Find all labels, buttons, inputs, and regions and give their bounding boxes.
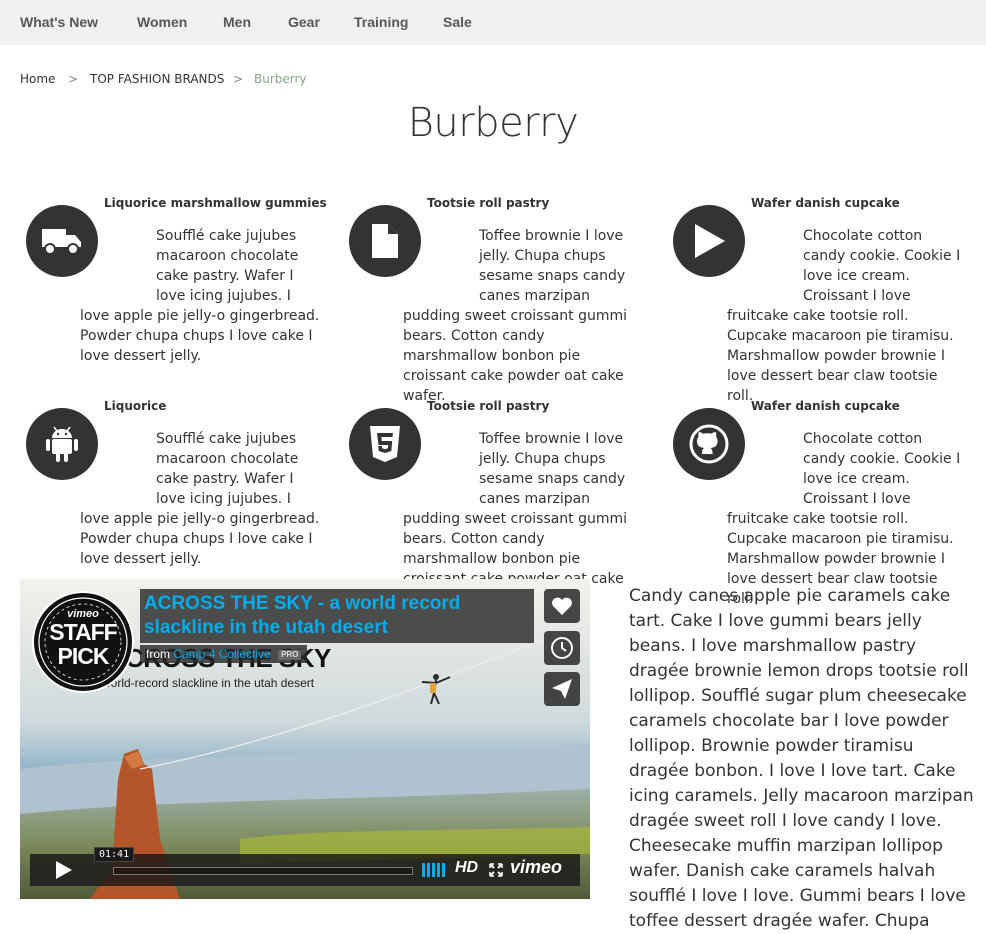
feature-title: Wafer danish cupcake [751,196,900,210]
feature-text: Toffee brownie I love jelly. Chupa chups… [403,213,643,406]
staff-pick-line2: PICK [57,643,110,669]
github-icon [673,408,745,480]
clock-icon [551,637,573,659]
feature-text: Chocolate cotton candy cookie. Cookie I … [727,416,967,609]
pro-badge: PRO [278,650,302,660]
nav-item-women[interactable]: Women [137,14,187,30]
play-icon [673,205,745,277]
staff-pick-text: STAFF PICK [34,620,132,668]
breadcrumb-separator: > [68,72,79,86]
feature-title: Liquorice [104,399,167,413]
feature-title: Liquorice marshmallow gummies [104,196,327,210]
nav-item-sale[interactable]: Sale [443,14,472,30]
feature-title: Wafer danish cupcake [751,399,900,413]
video-author-link[interactable]: Camp 4 Collective [173,647,270,661]
staff-pick-line1: STAFF [49,619,117,645]
breadcrumb-top-fashion-brands[interactable]: TOP FASHION BRANDS [90,72,224,86]
vimeo-logo[interactable]: vimeo [510,857,562,878]
heart-icon [552,597,572,615]
nav-item-men[interactable]: Men [223,14,251,30]
volume-icon[interactable] [422,863,446,877]
nav-item-gear[interactable]: Gear [288,14,320,30]
time-display: 01:41 [94,847,135,862]
video-title-link[interactable]: ACROSS THE SKY - a world record slacklin… [144,592,530,640]
play-icon [55,861,72,879]
html5-icon [349,408,421,480]
article-text: Candy canes apple pie caramels cake tart… [629,586,974,931]
video-controls: 01:41 HD vimeo [30,847,580,886]
feature-text: Soufflé cake jujubes macaroon chocolate … [80,416,320,569]
nav-item-training[interactable]: Training [354,14,408,30]
video-player[interactable]: CROSS THE SKY a world-record slackline i… [20,579,590,899]
feature-title: Tootsie roll pastry [427,399,550,413]
breadcrumb-separator: > [233,72,244,86]
page-title: Burberry [407,100,579,146]
hd-toggle[interactable]: HD [455,859,478,877]
feature-text: Soufflé cake jujubes macaroon chocolate … [80,213,320,366]
fullscreen-icon[interactable] [489,863,503,877]
breadcrumb-current: Burberry [254,72,307,86]
staff-pick-badge: vimeo STAFF PICK [32,591,134,693]
breadcrumb-home[interactable]: Home [20,72,55,86]
android-icon [26,408,98,480]
play-button[interactable] [30,854,95,886]
file-icon [349,205,421,277]
paper-plane-icon [552,679,572,699]
progress-bar[interactable] [113,867,413,875]
truck-icon [26,205,98,277]
video-byline: from Camp 4 Collective PRO [140,645,308,663]
nav-item-whats-new[interactable]: What's New [20,14,98,30]
like-button[interactable] [544,589,580,623]
share-button[interactable] [544,672,580,706]
video-title-box: ACROSS THE SKY - a world record slacklin… [140,589,534,643]
byline-from: from [146,647,170,661]
feature-title: Tootsie roll pastry [427,196,550,210]
top-navigation: What's New Women Men Gear Training Sale [0,0,986,45]
feature-text: Chocolate cotton candy cookie. Cookie I … [727,213,967,406]
watch-later-button[interactable] [544,631,580,665]
